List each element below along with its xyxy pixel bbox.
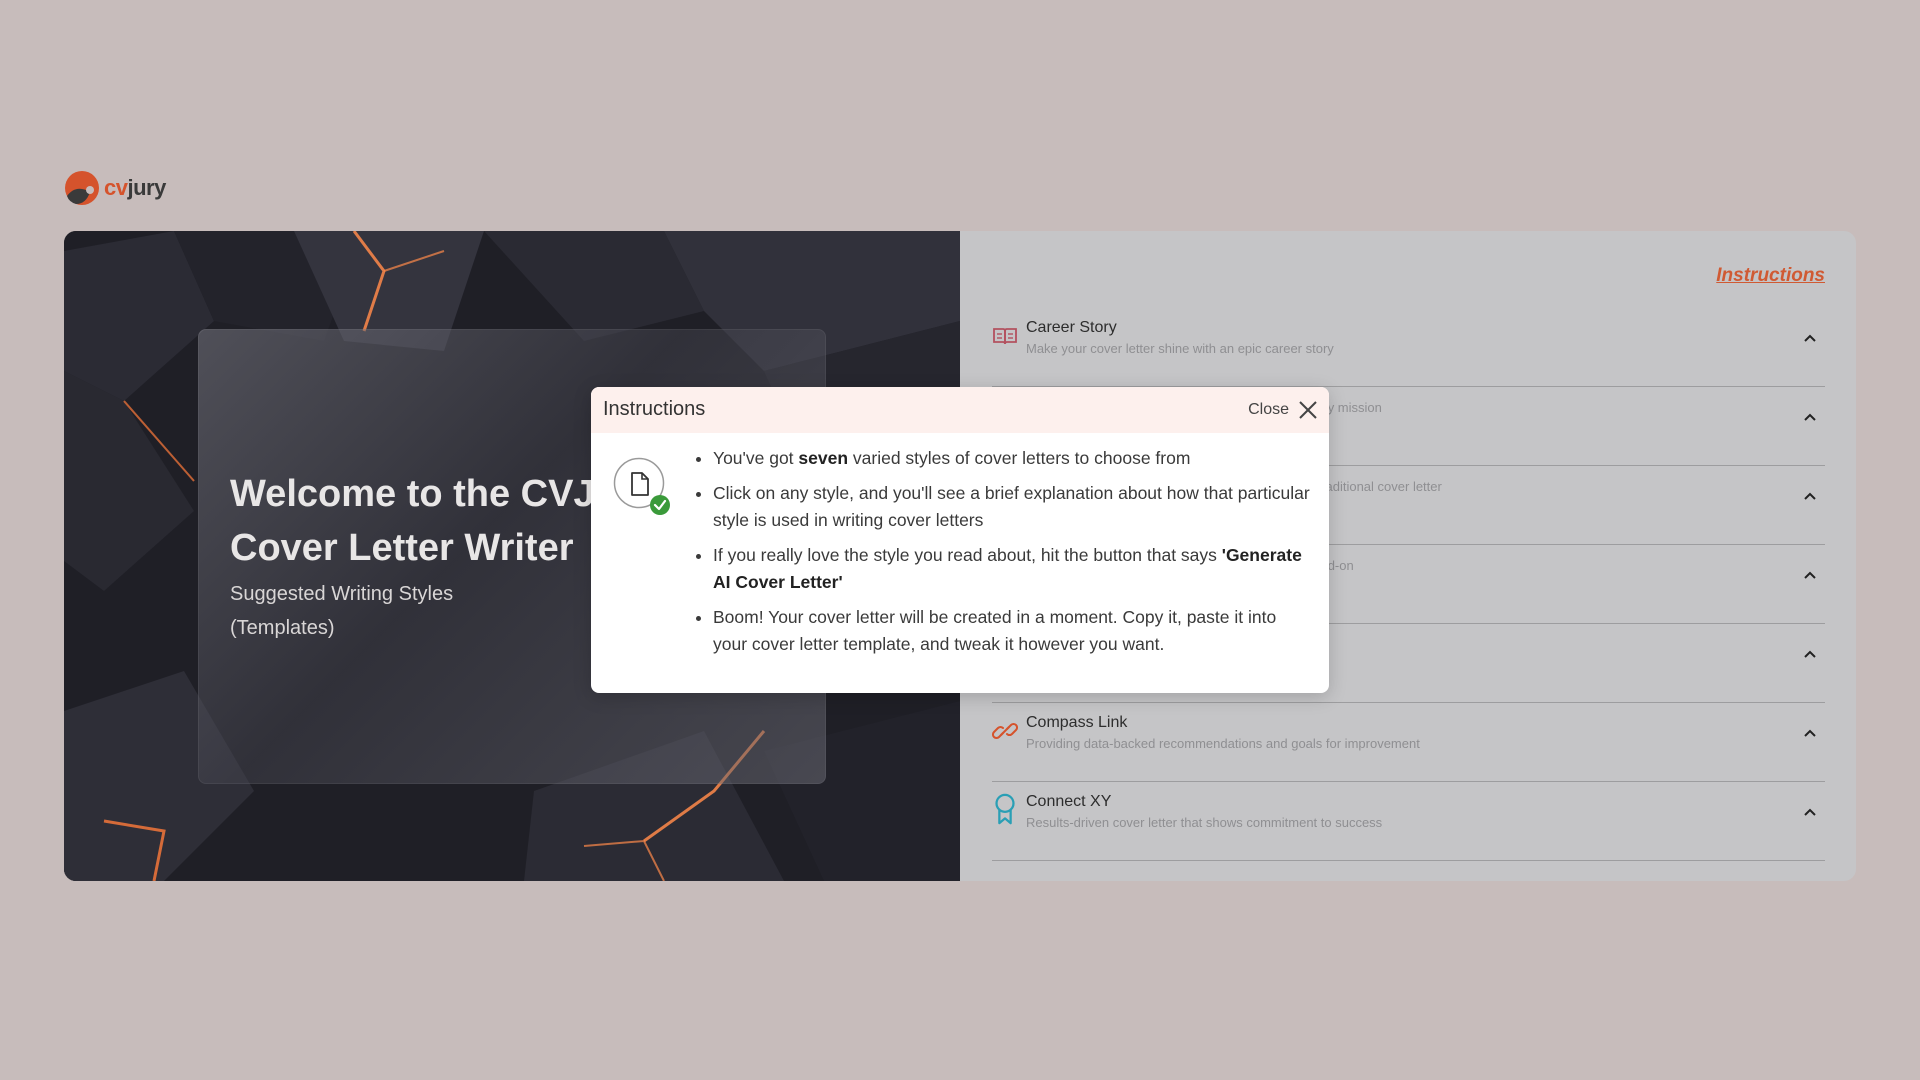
close-button-label: Close: [1248, 401, 1289, 418]
cvjury-logo[interactable]: cvjury: [64, 170, 166, 206]
hero-subtitle: Suggested Writing Styles (Templates): [230, 583, 454, 639]
logo-text-jury: jury: [127, 175, 166, 200]
chevron-up-icon[interactable]: [1803, 489, 1817, 503]
chevron-up-icon[interactable]: [1803, 410, 1817, 424]
style-text: Connect XY Results-driven cover letter t…: [1026, 792, 1382, 834]
instruction-item: Click on any style, and you'll see a bri…: [713, 480, 1313, 534]
instructions-link[interactable]: Instructions: [1716, 265, 1825, 287]
style-item-compass-link[interactable]: Compass Link Providing data-backed recom…: [992, 704, 1825, 782]
instruction-item: If you really love the style you read ab…: [713, 542, 1313, 596]
logo-text: cvjury: [104, 175, 166, 201]
logo-text-cv: cv: [104, 175, 128, 200]
style-item-career-story[interactable]: Career Story Make your cover letter shin…: [992, 309, 1825, 387]
instruction-text: You've got: [713, 448, 799, 468]
instruction-item: Boom! Your cover letter will be created …: [713, 604, 1313, 658]
chevron-up-icon[interactable]: [1803, 568, 1817, 582]
style-desc: Providing data-backed recommendations an…: [1026, 736, 1420, 751]
style-item-connect-xy[interactable]: Connect XY Results-driven cover letter t…: [992, 783, 1825, 861]
close-icon: [1299, 401, 1317, 419]
modal-header: Instructions Close: [591, 387, 1329, 433]
instruction-item: You've got seven varied styles of cover …: [713, 445, 1313, 472]
style-desc: Results-driven cover letter that shows c…: [1026, 815, 1383, 830]
style-name: Career Story: [1026, 319, 1117, 336]
document-check-icon: [613, 457, 670, 515]
instruction-bold: seven: [798, 448, 849, 468]
style-name: Connect XY: [1026, 793, 1112, 810]
chevron-up-icon[interactable]: [1803, 647, 1817, 661]
instruction-text: If you really love the style you read ab…: [713, 545, 1222, 565]
book-icon: [993, 328, 1017, 345]
style-text: Career Story Make your cover letter shin…: [1026, 318, 1334, 360]
instruction-text: varied styles of cover letters to choose…: [848, 448, 1191, 468]
close-button[interactable]: Close: [1248, 399, 1319, 421]
chevron-up-icon[interactable]: [1803, 726, 1817, 740]
style-name: Compass Link: [1026, 714, 1128, 731]
award-icon: [995, 793, 1015, 825]
instruction-text: Boom! Your cover letter will be created …: [713, 607, 1277, 654]
link-icon: [992, 722, 1018, 740]
modal-title: Instructions: [603, 398, 706, 420]
style-desc: Make your cover letter shine with an epi…: [1026, 341, 1334, 356]
style-text: Compass Link Providing data-backed recom…: [1026, 713, 1420, 755]
chevron-up-icon[interactable]: [1803, 805, 1817, 819]
instruction-text: Click on any style, and you'll see a bri…: [713, 483, 1310, 530]
instructions-modal: Instructions Close You've got seven vari…: [591, 387, 1329, 693]
chevron-up-icon[interactable]: [1803, 331, 1817, 345]
instructions-list: You've got seven varied styles of cover …: [713, 445, 1313, 666]
cvjury-logo-mark-icon: [65, 171, 99, 205]
